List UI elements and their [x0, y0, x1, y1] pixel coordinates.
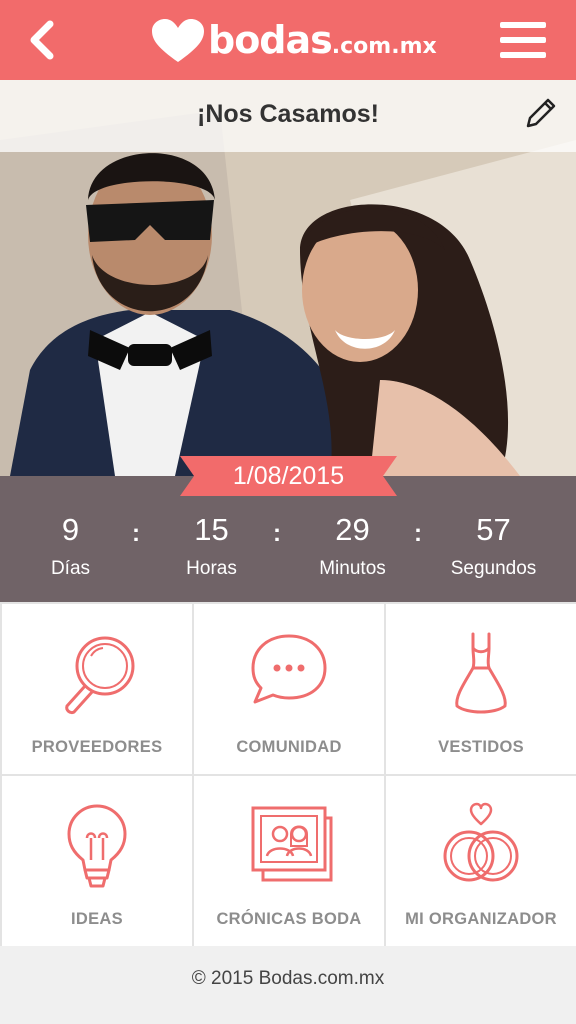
countdown-minutes-label: Minutos — [319, 558, 386, 579]
tile-vestidos[interactable]: VESTIDOS — [386, 604, 576, 774]
menu-button[interactable] — [500, 22, 546, 58]
tile-label: COMUNIDAD — [236, 738, 342, 756]
tile-mi-organizador[interactable]: MI ORGANIZADOR — [386, 776, 576, 946]
rings-icon — [443, 802, 519, 882]
tile-label: MI ORGANIZADOR — [405, 910, 557, 928]
wedding-date: 1/08/2015 — [232, 462, 345, 490]
countdown-hours-label: Horas — [186, 558, 237, 579]
chat-bubble-icon — [251, 634, 327, 704]
tile-label: PROVEEDORES — [31, 738, 163, 756]
countdown-separator: : — [414, 520, 422, 547]
lightbulb-icon — [67, 804, 127, 888]
footer: © 2015 Bodas.com.mx — [0, 946, 576, 1024]
tile-label: VESTIDOS — [438, 738, 524, 756]
countdown-minutes: 29 Minutos — [282, 510, 423, 580]
tile-proveedores[interactable]: PROVEEDORES — [2, 604, 192, 774]
countdown-hours: 15 Horas — [141, 510, 282, 580]
edit-button[interactable] — [522, 96, 558, 132]
couple-photo: ¡Nos Casamos! — [0, 80, 576, 476]
top-app-bar: bodas.com.mx — [0, 0, 576, 80]
tile-comunidad[interactable]: COMUNIDAD — [194, 604, 384, 774]
tile-label: IDEAS — [71, 910, 123, 928]
countdown-seconds: 57 Segundos — [423, 510, 564, 580]
pencil-icon — [526, 98, 556, 128]
wedding-date-ribbon: 1/08/2015 — [180, 456, 397, 496]
magnifier-icon — [65, 636, 135, 714]
dress-icon — [455, 632, 507, 714]
countdown-minutes-value: 29 — [335, 512, 370, 547]
bodas-logo[interactable]: bodas.com.mx — [150, 12, 437, 68]
countdown-seconds-label: Segundos — [450, 558, 537, 579]
heart-logo-icon — [152, 19, 204, 62]
countdown-days-value: 9 — [61, 512, 80, 547]
chevron-left-icon — [30, 20, 54, 60]
countdown-days-label: Días — [50, 558, 91, 579]
menu-grid: PROVEEDORES COMUNIDAD VESTIDOS IDEAS CRÓ… — [0, 602, 576, 946]
countdown-days: 9 Días — [0, 510, 141, 580]
copyright-text: © 2015 Bodas.com.mx — [191, 968, 385, 989]
countdown-separator: : — [273, 520, 281, 547]
countdown-seconds-value: 57 — [476, 512, 511, 547]
photo-album-icon — [251, 806, 333, 882]
wedding-title: ¡Nos Casamos! — [197, 100, 379, 128]
logo-wordmark: bodas.com.mx — [208, 18, 437, 62]
countdown-separator: : — [132, 520, 140, 547]
tile-cronicas-boda[interactable]: CRÓNICAS BODA — [194, 776, 384, 946]
back-button[interactable] — [22, 18, 66, 62]
countdown-hours-value: 15 — [194, 512, 229, 547]
tile-label: CRÓNICAS BODA — [216, 910, 362, 928]
tile-ideas[interactable]: IDEAS — [2, 776, 192, 946]
